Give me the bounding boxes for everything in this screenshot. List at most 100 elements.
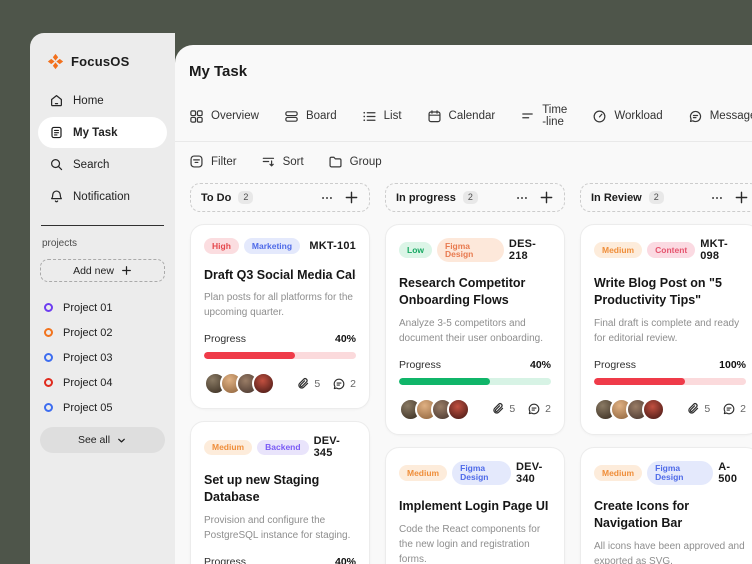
sidebar-item-project-04[interactable]: Project 04 xyxy=(38,370,167,395)
see-all-button[interactable]: See all xyxy=(40,427,165,453)
attachments-stat[interactable]: 5 xyxy=(686,402,710,416)
task-id: DEV-345 xyxy=(313,435,341,460)
category-tag: Backend xyxy=(257,439,309,456)
project-label: Project 04 xyxy=(63,376,113,389)
column-add-button[interactable] xyxy=(734,190,749,205)
task-card[interactable]: Low Figma Design DES-218 Research Compet… xyxy=(385,224,565,435)
progress-bar xyxy=(399,377,551,385)
ellipsis-icon xyxy=(322,196,332,199)
sort-button[interactable]: Sort xyxy=(261,154,304,169)
attachments-count: 5 xyxy=(509,403,516,416)
sidebar-item-project-03[interactable]: Project 03 xyxy=(38,345,167,370)
sidebar-item-project-02[interactable]: Project 02 xyxy=(38,320,167,345)
comments-count: 2 xyxy=(350,377,356,390)
sidebar-item-search[interactable]: Search xyxy=(38,149,167,180)
project-label: Project 03 xyxy=(63,351,113,364)
tab-list[interactable]: List xyxy=(362,109,402,124)
column-more-button[interactable] xyxy=(710,191,724,205)
avatar xyxy=(642,397,665,421)
progress-bar-fill xyxy=(399,377,491,385)
progress-label: Progress xyxy=(204,556,247,564)
column-more-button[interactable] xyxy=(320,191,334,205)
add-new-label: Add new xyxy=(73,264,114,277)
see-all-label: See all xyxy=(77,434,111,446)
sidebar-item-label: Search xyxy=(73,158,110,171)
tab-timeline[interactable]: Time -line xyxy=(520,104,567,128)
project-color-ring xyxy=(44,378,53,387)
task-card[interactable]: Medium Figma Design A-500 Create Icons f… xyxy=(580,446,752,564)
task-card[interactable]: Medium Figma Design DEV-340 Implement Lo… xyxy=(385,446,565,564)
task-description: Provision and configure the PostgreSQL i… xyxy=(204,515,351,542)
task-title: Research Competitor Onboarding Flows xyxy=(399,276,526,307)
ellipsis-icon xyxy=(712,196,722,199)
tab-overview[interactable]: Overview xyxy=(189,109,259,124)
project-color-ring xyxy=(44,353,53,362)
paperclip-icon xyxy=(298,377,309,389)
column-in-review: In Review 2 Medium Content MKT-098 Write… xyxy=(580,183,752,564)
board-icon xyxy=(285,110,298,122)
task-card[interactable]: Medium Content MKT-098 Write Blog Post o… xyxy=(580,224,752,435)
avatar xyxy=(252,372,275,396)
tab-board[interactable]: Board xyxy=(284,109,337,124)
progress-bar xyxy=(594,377,746,385)
task-card[interactable]: Medium Backend DEV-345 Set up new Stagin… xyxy=(190,421,370,564)
progress-bar-fill xyxy=(594,377,686,385)
board-toolbar: Filter Sort Group xyxy=(175,142,752,169)
sidebar: FocusOS Home My Task Search Notification… xyxy=(30,33,175,564)
tool-label: Group xyxy=(349,155,382,168)
sidebar-item-project-05[interactable]: Project 05 xyxy=(38,395,167,420)
filter-icon xyxy=(190,155,203,168)
app-name: FocusOS xyxy=(71,54,130,69)
projects-section-label: projects xyxy=(42,238,78,249)
sort-icon xyxy=(262,157,274,167)
bell-icon xyxy=(51,190,62,203)
column-more-button[interactable] xyxy=(515,191,529,205)
plus-icon xyxy=(345,191,358,204)
sidebar-item-project-01[interactable]: Project 01 xyxy=(38,295,167,320)
category-tag: Figma Design xyxy=(437,238,504,262)
comments-stat[interactable]: 2 xyxy=(527,402,551,416)
column-add-button[interactable] xyxy=(344,190,359,205)
comment-icon xyxy=(723,403,735,415)
message-icon xyxy=(689,110,701,122)
category-tag: Figma Design xyxy=(647,460,714,485)
attachments-stat[interactable]: 5 xyxy=(296,377,320,391)
task-description: Analyze 3-5 competitors and document the… xyxy=(399,317,543,344)
comments-stat[interactable]: 2 xyxy=(722,402,746,416)
tab-workload[interactable]: Workload xyxy=(592,109,663,124)
comment-icon xyxy=(528,403,540,415)
project-label: Project 01 xyxy=(63,301,113,314)
sidebar-item-notification[interactable]: Notification xyxy=(38,181,167,212)
tab-label: Overview xyxy=(211,110,259,122)
tab-label: Message xyxy=(709,110,752,122)
assignee-avatars xyxy=(594,397,665,421)
project-color-ring xyxy=(44,328,53,337)
column-name: To Do xyxy=(201,191,232,204)
attachments-count: 5 xyxy=(704,403,711,416)
priority-tag: Low xyxy=(399,242,432,258)
priority-tag: Medium xyxy=(594,242,643,258)
task-title: Set up new Staging Database xyxy=(204,473,320,505)
sidebar-item-my-task[interactable]: My Task xyxy=(38,117,167,148)
project-label: Project 02 xyxy=(63,326,113,339)
category-tag: Figma Design xyxy=(452,460,512,485)
task-card[interactable]: High Marketing MKT-101 Draft Q3 Social M… xyxy=(190,224,370,410)
group-icon xyxy=(329,156,342,168)
tab-calendar[interactable]: Calendar xyxy=(427,109,495,124)
sidebar-item-home[interactable]: Home xyxy=(38,85,167,116)
task-title: Implement Login Page UI xyxy=(399,498,549,513)
column-add-button[interactable] xyxy=(539,190,554,205)
task-title: Create Icons for Navigation Bar xyxy=(594,498,690,530)
tab-message[interactable]: Message xyxy=(688,109,752,124)
tab-label: Board xyxy=(305,110,337,122)
task-title: Write Blog Post on "5 Productivity Tips" xyxy=(594,276,722,307)
add-new-project-button[interactable]: Add new xyxy=(40,259,165,282)
group-button[interactable]: Group xyxy=(328,154,382,169)
comments-stat[interactable]: 2 xyxy=(332,377,356,391)
priority-tag: Medium xyxy=(594,465,643,481)
tab-label: Workload xyxy=(614,110,663,122)
filter-button[interactable]: Filter xyxy=(189,154,237,169)
attachments-stat[interactable]: 5 xyxy=(491,402,515,416)
tool-label: Filter xyxy=(211,155,237,168)
progress-percent: 100% xyxy=(719,358,746,371)
